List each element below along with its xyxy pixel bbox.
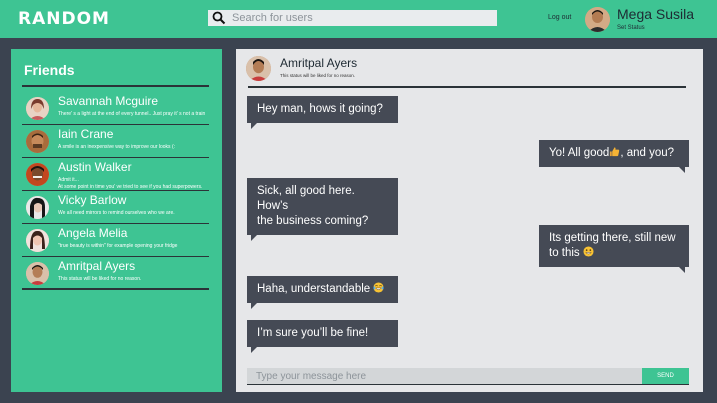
message-bubble-received: Haha, understandable bbox=[247, 276, 398, 309]
message-bubble-sent: Yo! All good , and you? bbox=[539, 140, 689, 173]
friend-status: A smile is an inexpensive way to improve… bbox=[58, 144, 175, 150]
message-text: I’m sure you’ll be fine! bbox=[257, 327, 369, 339]
friend-item[interactable]: Savannah Mcguire There' s a light at the… bbox=[22, 92, 209, 125]
friend-status: We all need mirrors to remind ourselves … bbox=[58, 210, 175, 216]
friend-status: "true beauty is within" for example open… bbox=[58, 243, 178, 249]
divider bbox=[248, 86, 686, 88]
friend-status-line: At some point in time you' ve tried to s… bbox=[58, 184, 203, 190]
message-text: Haha, understandable bbox=[257, 283, 371, 295]
friend-avatar bbox=[26, 196, 49, 219]
message-text: Sick, all good here. How’s bbox=[257, 185, 355, 212]
friend-name: Austin Walker bbox=[58, 160, 132, 174]
message-bubble-received: Hey man, hows it going? bbox=[247, 96, 398, 129]
friend-item[interactable]: Iain Crane A smile is an inexpensive way… bbox=[22, 125, 209, 158]
app-logo[interactable]: RANDOM bbox=[18, 9, 110, 29]
user-avatar[interactable] bbox=[585, 7, 610, 32]
message-input[interactable] bbox=[247, 368, 642, 384]
message-text: Its getting there, still new bbox=[549, 232, 676, 244]
friend-avatar bbox=[26, 97, 49, 120]
search-input[interactable] bbox=[232, 10, 492, 26]
friend-avatar bbox=[26, 229, 49, 252]
message-text: Yo! All good bbox=[549, 147, 610, 159]
message-bubble-received: Sick, all good here. How’s the business … bbox=[247, 178, 398, 241]
friend-name: Angela Melia bbox=[58, 226, 128, 240]
laughing-tears-emoji-icon bbox=[373, 282, 384, 293]
contact-status: This status will be liked for no reason. bbox=[280, 73, 356, 78]
message-bubble-received: I’m sure you’ll be fine! bbox=[247, 320, 398, 353]
grinning-emoji-icon bbox=[583, 246, 594, 257]
message-text: the business coming? bbox=[257, 215, 369, 227]
chat-panel: Amritpal Ayers This status will be liked… bbox=[236, 49, 703, 392]
friend-status-line: Admit it... bbox=[58, 177, 79, 183]
message-composer: SEND bbox=[247, 368, 689, 385]
search-box[interactable] bbox=[208, 10, 497, 26]
friend-name: Savannah Mcguire bbox=[58, 94, 159, 108]
logout-link[interactable]: Log out bbox=[548, 14, 571, 21]
user-name: Mega Susila bbox=[617, 6, 695, 22]
divider bbox=[247, 384, 689, 385]
message-text: , and you? bbox=[620, 147, 675, 159]
search-icon[interactable] bbox=[212, 11, 226, 25]
send-button[interactable]: SEND bbox=[642, 368, 689, 384]
contact-avatar[interactable] bbox=[246, 56, 271, 81]
friend-item[interactable]: Vicky Barlow We all need mirrors to remi… bbox=[22, 191, 209, 224]
thumbs-up-emoji-icon bbox=[610, 147, 620, 157]
message-text: to this bbox=[549, 247, 580, 259]
divider bbox=[22, 288, 209, 290]
message-text: Hey man, hows it going? bbox=[257, 103, 383, 115]
set-status-link[interactable]: Set Status bbox=[617, 25, 645, 31]
friend-status: There' s a light at the end of every tun… bbox=[58, 111, 206, 117]
friend-item[interactable]: Austin Walker Admit it... At some point … bbox=[22, 158, 209, 191]
friend-name: Iain Crane bbox=[58, 127, 114, 141]
friend-avatar bbox=[26, 163, 49, 186]
friend-name: Amritpal Ayers bbox=[58, 259, 136, 273]
contact-name: Amritpal Ayers bbox=[280, 56, 358, 70]
friend-item[interactable]: Angela Melia "true beauty is within" for… bbox=[22, 224, 209, 257]
divider bbox=[22, 85, 209, 87]
friend-avatar bbox=[26, 262, 49, 285]
top-bar: RANDOM Log out Mega Susila Set Status bbox=[0, 0, 717, 38]
message-bubble-sent: Its getting there, still new to this bbox=[539, 225, 689, 273]
friend-item[interactable]: Amritpal Ayers This status will be liked… bbox=[22, 257, 209, 290]
friend-status: Admit it... At some point in time you' v… bbox=[58, 177, 202, 191]
friend-status: This status will be liked for no reason. bbox=[58, 276, 142, 282]
friends-title: Friends bbox=[24, 62, 75, 78]
friend-avatar bbox=[26, 130, 49, 153]
friends-panel: Friends Savannah Mcguire There' s a ligh… bbox=[11, 49, 222, 392]
friend-name: Vicky Barlow bbox=[58, 193, 127, 207]
